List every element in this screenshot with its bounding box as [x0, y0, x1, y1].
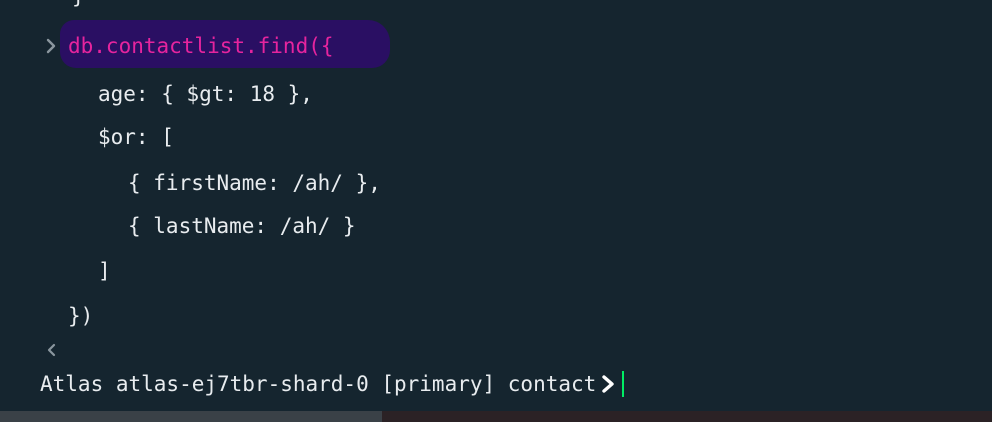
command-line-close-call: })	[68, 304, 94, 328]
prompt-chevron-icon	[602, 375, 614, 393]
chevron-left-icon	[47, 343, 56, 357]
mongosh-terminal[interactable]: } db.contactlist.find({ age: { $gt: 18 }…	[0, 0, 992, 422]
command-line-age: age: { $gt: 18 },	[98, 82, 313, 106]
chevron-right-icon	[46, 38, 56, 54]
scrollbar-thumb[interactable]	[0, 411, 382, 422]
bottom-scrollbar[interactable]	[0, 411, 992, 422]
text-cursor[interactable]	[622, 371, 625, 397]
command-line-or: $or: [	[98, 125, 174, 149]
shell-prompt[interactable]: Atlas atlas-ej7tbr-shard-0 [primary] con…	[40, 370, 625, 398]
command-line-lastname: { lastName: /ah/ }	[128, 214, 356, 238]
scrollbar-track	[382, 411, 992, 422]
command-line-find: db.contactlist.find({	[68, 34, 334, 58]
prompt-label: Atlas atlas-ej7tbr-shard-0 [primary] con…	[40, 372, 597, 396]
command-line-firstname: { firstName: /ah/ },	[128, 171, 381, 195]
command-line-close-array: ]	[98, 259, 111, 283]
previous-output-brace: }	[72, 0, 85, 10]
